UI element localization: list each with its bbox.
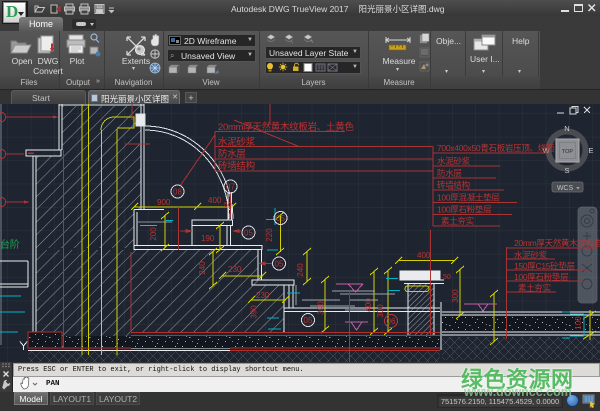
svg-text:07: 07 [226,183,235,192]
svg-text:100厚石粉垫层: 100厚石粉垫层 [437,205,491,215]
svg-text:防水层: 防水层 [218,148,246,160]
svg-text:05: 05 [276,214,285,223]
svg-text:素土夯实: 素土夯实 [441,216,474,226]
svg-text:台阶: 台阶 [0,238,20,251]
svg-text:06: 06 [387,317,396,326]
svg-text:WCS: WCS [557,185,574,192]
svg-text:防水层: 防水层 [437,168,462,178]
svg-text:砖墙结构: 砖墙结构 [437,180,470,190]
svg-text:190: 190 [201,234,215,243]
svg-text:水泥砂浆: 水泥砂浆 [218,136,256,148]
svg-text:390: 390 [250,305,259,319]
svg-text:230: 230 [228,265,242,274]
svg-text:100: 100 [574,316,583,330]
svg-text:300: 300 [376,304,385,318]
svg-text:230: 230 [256,291,270,300]
svg-text:08: 08 [173,188,182,197]
svg-text:50: 50 [443,274,451,281]
svg-text:20mm厚天然黄木纹板岩: 20mm厚天然黄木纹板岩 [514,238,600,248]
svg-text:390: 390 [317,301,326,315]
svg-text:素土夯实: 素土夯实 [518,283,551,293]
svg-text:700x400x50青石板岩压顶、烧面: 700x400x50青石板岩压顶、烧面 [437,143,555,153]
svg-text:300: 300 [451,289,460,303]
svg-text:05: 05 [275,260,284,269]
svg-text:220: 220 [265,228,274,242]
svg-text:TOP: TOP [562,149,574,155]
svg-text:400: 400 [417,251,431,260]
svg-text:240: 240 [296,263,305,277]
svg-text:900: 900 [157,198,171,207]
svg-text:200: 200 [149,227,158,241]
svg-text:砖墙结构: 砖墙结构 [218,160,255,172]
svg-text:水泥砂浆: 水泥砂浆 [514,250,548,260]
svg-text:05: 05 [304,316,313,325]
svg-text:400: 400 [364,298,373,312]
svg-text:50: 50 [224,202,232,209]
svg-text:240: 240 [198,261,207,275]
svg-text:S: S [564,166,569,175]
svg-text:100厚石粉垫层: 100厚石粉垫层 [514,272,568,282]
svg-text:400: 400 [208,196,222,205]
svg-text:水泥砂浆: 水泥砂浆 [437,156,471,166]
svg-text:05: 05 [244,229,253,238]
svg-text:150厚C15砼垫层: 150厚C15砼垫层 [514,261,575,271]
svg-text:E: E [588,146,593,155]
svg-text:20mm厚天然黄木纹板岩、土黄色: 20mm厚天然黄木纹板岩、土黄色 [218,121,354,133]
svg-text:100厚混凝土垫层: 100厚混凝土垫层 [437,193,499,203]
svg-text:N: N [564,124,569,133]
